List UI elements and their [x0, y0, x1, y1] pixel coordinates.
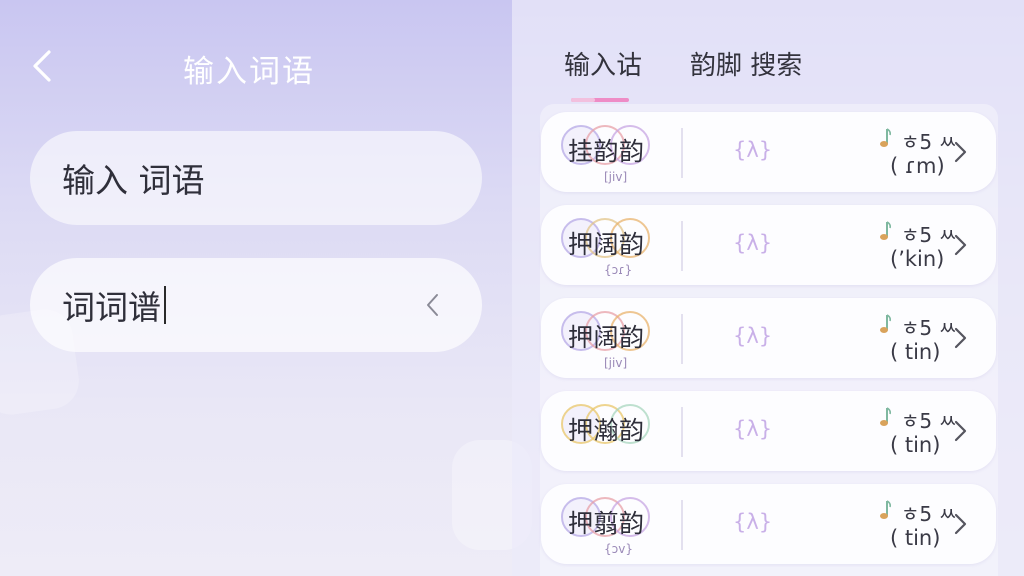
chevron-right-icon[interactable]: [952, 512, 968, 536]
active-tab-indicator-fade: [571, 98, 595, 102]
result-word: 挂韵韵: [568, 137, 645, 166]
text-cursor: [164, 286, 166, 324]
result-row[interactable]: 挂韵韵 [jiv] {λ} ㅎ5 ㅆ( ɾm): [541, 112, 996, 192]
result-row[interactable]: 押阔韵 [jiv] {λ} ㅎ5 ㅆ( tin): [541, 298, 996, 378]
chevron-left-icon: [33, 50, 51, 82]
result-row[interactable]: 押阔韵 {ɔɾ} {λ} ㅎ5 ㅆ (ʼkin): [541, 205, 996, 285]
result-phonetic-hint: [jiv]: [604, 356, 628, 370]
music-note-icon: [880, 221, 891, 240]
result-phonetic-hint: {ɔv}: [604, 542, 633, 556]
page-title: 输入词语: [183, 54, 315, 90]
rhyme-badge: {λ}: [733, 324, 773, 348]
row-divider: [681, 500, 683, 550]
result-tone-label: ㅎ5 ㅆ: [901, 409, 957, 433]
results-panel: 输入诂 韵脚 搜索 挂韵韵 [jiv] {λ} ㅎ5 ㅆ( ɾm) 押阔韵 {ɔɾ} {λ}…: [512, 0, 1024, 576]
result-word: 押瀚韵: [568, 416, 645, 445]
result-tone-label: ㅎ5 ㅆ: [901, 316, 957, 340]
result-pronunciation: ( ɾm): [890, 154, 945, 178]
chevron-right-icon[interactable]: [952, 326, 968, 350]
result-word: 押翦韵: [568, 509, 645, 538]
result-phonetic-hint: {ɔɾ}: [604, 263, 633, 277]
tab-input[interactable]: 输入诂: [564, 45, 642, 82]
tab-bar: 输入诂 韵脚 搜索: [512, 40, 1024, 102]
music-note-icon: [880, 500, 891, 519]
word-entry-text: 词词谱: [62, 281, 418, 329]
row-divider: [681, 221, 683, 271]
rhyme-badge: {λ}: [733, 231, 773, 255]
music-note-icon: [880, 407, 891, 426]
result-tone-label: ㅎ5 ㅆ: [901, 130, 957, 154]
delete-button[interactable]: [418, 291, 446, 319]
word-entry-field[interactable]: 词词谱: [30, 258, 482, 352]
result-phonetic-hint: [jiv]: [604, 170, 628, 184]
row-divider: [681, 314, 683, 364]
result-tone-label: ㅎ5 ㅆ: [901, 223, 957, 247]
rhyme-badge: {λ}: [733, 138, 773, 162]
result-tone-label: ㅎ5 ㅆ: [901, 502, 957, 526]
rhyme-badge: {λ}: [733, 417, 773, 441]
row-divider: [681, 407, 683, 457]
word-input-field[interactable]: 输入 词语: [30, 131, 482, 225]
back-button[interactable]: [24, 46, 60, 86]
result-row[interactable]: 押翦韵 {ɔv} {λ} ㅎ5 ㅆ( tin): [541, 484, 996, 564]
result-pronunciation: ( tin): [890, 526, 941, 550]
rhyme-badge: {λ}: [733, 510, 773, 534]
chevron-right-icon[interactable]: [952, 233, 968, 257]
row-divider: [681, 128, 683, 178]
music-note-icon: [880, 314, 891, 333]
result-word: 押阔韵: [568, 323, 645, 352]
result-pronunciation: ( tin): [890, 433, 941, 457]
music-note-icon: [880, 128, 891, 147]
chevron-left-icon: [427, 294, 438, 316]
input-panel: 输入词语 输入 词语 词词谱: [0, 0, 512, 576]
tab-rhyme-search[interactable]: 韵脚 搜索: [690, 45, 802, 82]
result-pronunciation: (ʼkin): [890, 247, 945, 271]
result-pronunciation: ( tin): [890, 340, 941, 364]
word-entry-value: 词词谱: [62, 288, 161, 327]
word-input-placeholder: 输入 词语: [62, 161, 205, 200]
chevron-right-icon[interactable]: [952, 140, 968, 164]
chevron-right-icon[interactable]: [952, 419, 968, 443]
result-row[interactable]: 押瀚韵 {λ} ㅎ5 ㅆ( tin): [541, 391, 996, 471]
result-word: 押阔韵: [568, 230, 645, 259]
